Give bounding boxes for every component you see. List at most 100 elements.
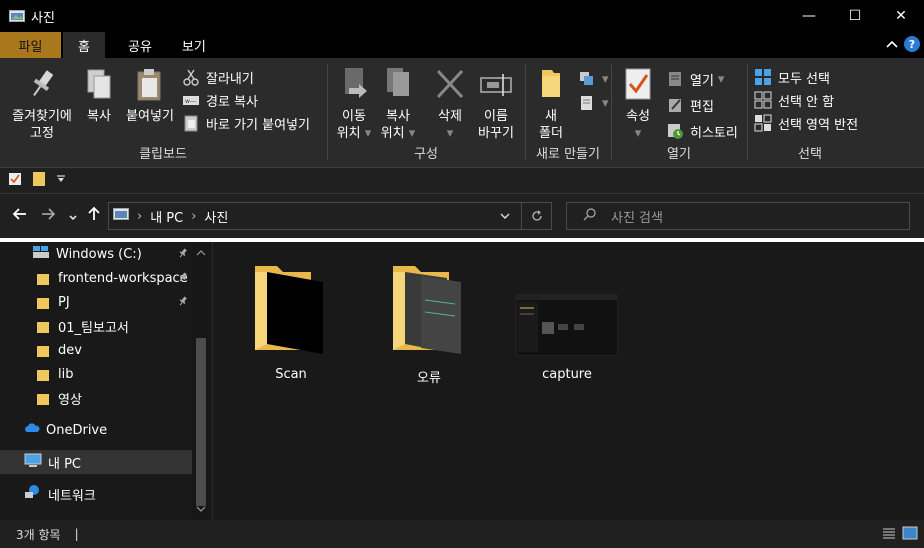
title-bar: 사진 — ☐ ✕ [0,0,924,32]
open-button[interactable]: 열기 ▾ [666,68,724,90]
close-button[interactable]: ✕ [878,0,924,32]
nav-item-this-pc[interactable]: 내 PC [0,450,192,474]
breadcrumb-pictures[interactable]: 사진 [204,207,228,226]
history-button[interactable]: 히스토리 [666,120,738,142]
address-dropdown-icon[interactable] [499,210,511,225]
nav-item-frontend-workspace[interactable]: frontend-workspace [0,266,192,290]
ribbon: 즐겨찾기에 고정 복사 붙여넣기 잘라내기 w--- 경로 복사 바로 가기 붙… [0,58,924,168]
folder-icon [36,368,50,381]
select-all-icon [754,68,772,86]
new-group: 새 폴더 ▾ ▾ 새로 만들기 [526,62,610,166]
up-arrow-icon[interactable] [86,206,102,226]
pin-to-quick-access-button[interactable]: 즐겨찾기에 고정 [8,66,76,142]
recent-locations-icon[interactable] [68,208,78,227]
scroll-down-icon[interactable] [196,502,206,516]
nav-item-video[interactable]: 영상 [0,386,192,410]
delete-button[interactable]: 삭제 ▾ [430,66,470,142]
open-group-label: 열기 [667,147,691,162]
search-input[interactable]: 사진 검색 [611,207,663,226]
large-icons-view-icon[interactable] [902,526,918,543]
rename-icon [479,66,513,102]
new-item-button[interactable]: ▾ [578,68,609,90]
paste-shortcut-button[interactable]: 바로 가기 붙여넣기 [182,112,310,134]
scroll-up-icon[interactable] [196,246,206,260]
copy-to-label-line1: 복사 [386,109,410,124]
nav-item-lib[interactable]: lib [0,362,192,386]
customize-qat-icon[interactable] [56,174,66,187]
file-item-error[interactable]: 오류 [379,260,479,386]
invert-selection-button[interactable]: 선택 영역 반전 [754,112,858,134]
minimize-icon: — [802,8,816,24]
scissors-icon [182,68,200,86]
file-item-capture[interactable]: capture [515,260,619,382]
tab-share[interactable]: 공유 [113,32,167,58]
nav-item-windows-c[interactable]: Windows (C:) [0,242,192,266]
nav-item-onedrive[interactable]: OneDrive [0,418,192,442]
easy-access-button[interactable]: ▾ [578,92,609,114]
select-all-label: 모두 선택 [778,71,830,87]
properties-dropdown-icon[interactable]: ▾ [635,125,642,142]
forward-arrow-icon[interactable] [40,206,56,226]
refresh-icon[interactable] [521,203,551,229]
select-group: 모두 선택 선택 안 함 선택 영역 반전 선택 [748,62,872,166]
tab-file[interactable]: 파일 [0,32,61,58]
rename-button[interactable]: 이름 바꾸기 [474,66,518,142]
copy-to-icon [381,66,415,102]
new-folder-button[interactable]: 새 폴더 [534,66,568,142]
paste-button[interactable]: 붙여넣기 [122,66,178,125]
file-name: 오류 [417,371,441,386]
search-icon [583,207,597,225]
minimize-button[interactable]: — [786,0,832,32]
tab-view[interactable]: 보기 [167,32,221,58]
new-folder-qat-icon[interactable] [32,171,46,190]
invert-selection-icon [754,114,772,132]
help-icon[interactable]: ? [904,36,920,52]
details-view-icon[interactable] [882,527,896,544]
new-item-icon [578,70,596,88]
copy-to-label-line2: 위치 ▾ [380,126,416,141]
nav-item-label: lib [58,366,74,382]
breadcrumb-separator-icon[interactable]: › [137,209,142,224]
select-all-button[interactable]: 모두 선택 [754,66,830,88]
paste-shortcut-icon [182,114,200,132]
copy-button[interactable]: 복사 [80,66,118,125]
folder-icon [36,392,50,405]
back-arrow-icon[interactable] [12,206,28,226]
tab-home[interactable]: 홈 [63,32,105,58]
nav-item-network[interactable]: 네트워크 [0,482,192,506]
breadcrumb-this-pc[interactable]: 내 PC [150,207,183,226]
nav-pane-scrollbar[interactable] [192,242,210,520]
search-box[interactable]: 사진 검색 [566,202,910,230]
pictures-folder-icon [9,10,25,22]
nav-item-label: 네트워크 [48,488,96,504]
new-folder-icon [534,66,568,102]
file-item-scan[interactable]: Scan [241,260,341,382]
collapse-ribbon-icon[interactable] [886,36,898,52]
nav-pane-scroll-thumb[interactable] [196,338,206,506]
move-to-label-line2: 위치 ▾ [336,126,372,141]
ribbon-tabs: 파일 홈 공유 보기 ? [0,32,924,58]
pictures-location-icon [113,208,129,224]
delete-dropdown-icon[interactable]: ▾ [447,125,454,142]
select-none-label: 선택 안 함 [778,94,835,110]
invert-selection-label: 선택 영역 반전 [778,117,859,133]
copy-path-button[interactable]: w--- 경로 복사 [182,89,258,111]
move-to-button[interactable]: 이동 위치 ▾ [334,66,374,142]
edit-label: 편집 [690,99,714,115]
nav-item-label: Windows (C:) [56,246,142,262]
properties-button[interactable]: 속성 ▾ [620,66,656,142]
folder-icon [253,260,329,359]
select-none-button[interactable]: 선택 안 함 [754,89,834,111]
nav-item-team-report[interactable]: 01_팀보고서 [0,314,192,338]
breadcrumb-separator-icon[interactable]: › [191,209,196,224]
maximize-button[interactable]: ☐ [832,0,878,32]
folder-icon [36,344,50,357]
nav-item-pj[interactable]: PJ [0,290,192,314]
copy-to-button[interactable]: 복사 위치 ▾ [378,66,418,142]
edit-button[interactable]: 편집 [666,94,714,116]
clipboard-group-label: 클립보드 [139,147,187,162]
address-bar[interactable]: › 내 PC › 사진 [108,202,552,230]
cut-button[interactable]: 잘라내기 [182,66,254,88]
properties-qat-icon[interactable] [8,172,22,189]
nav-item-dev[interactable]: dev [0,338,192,362]
